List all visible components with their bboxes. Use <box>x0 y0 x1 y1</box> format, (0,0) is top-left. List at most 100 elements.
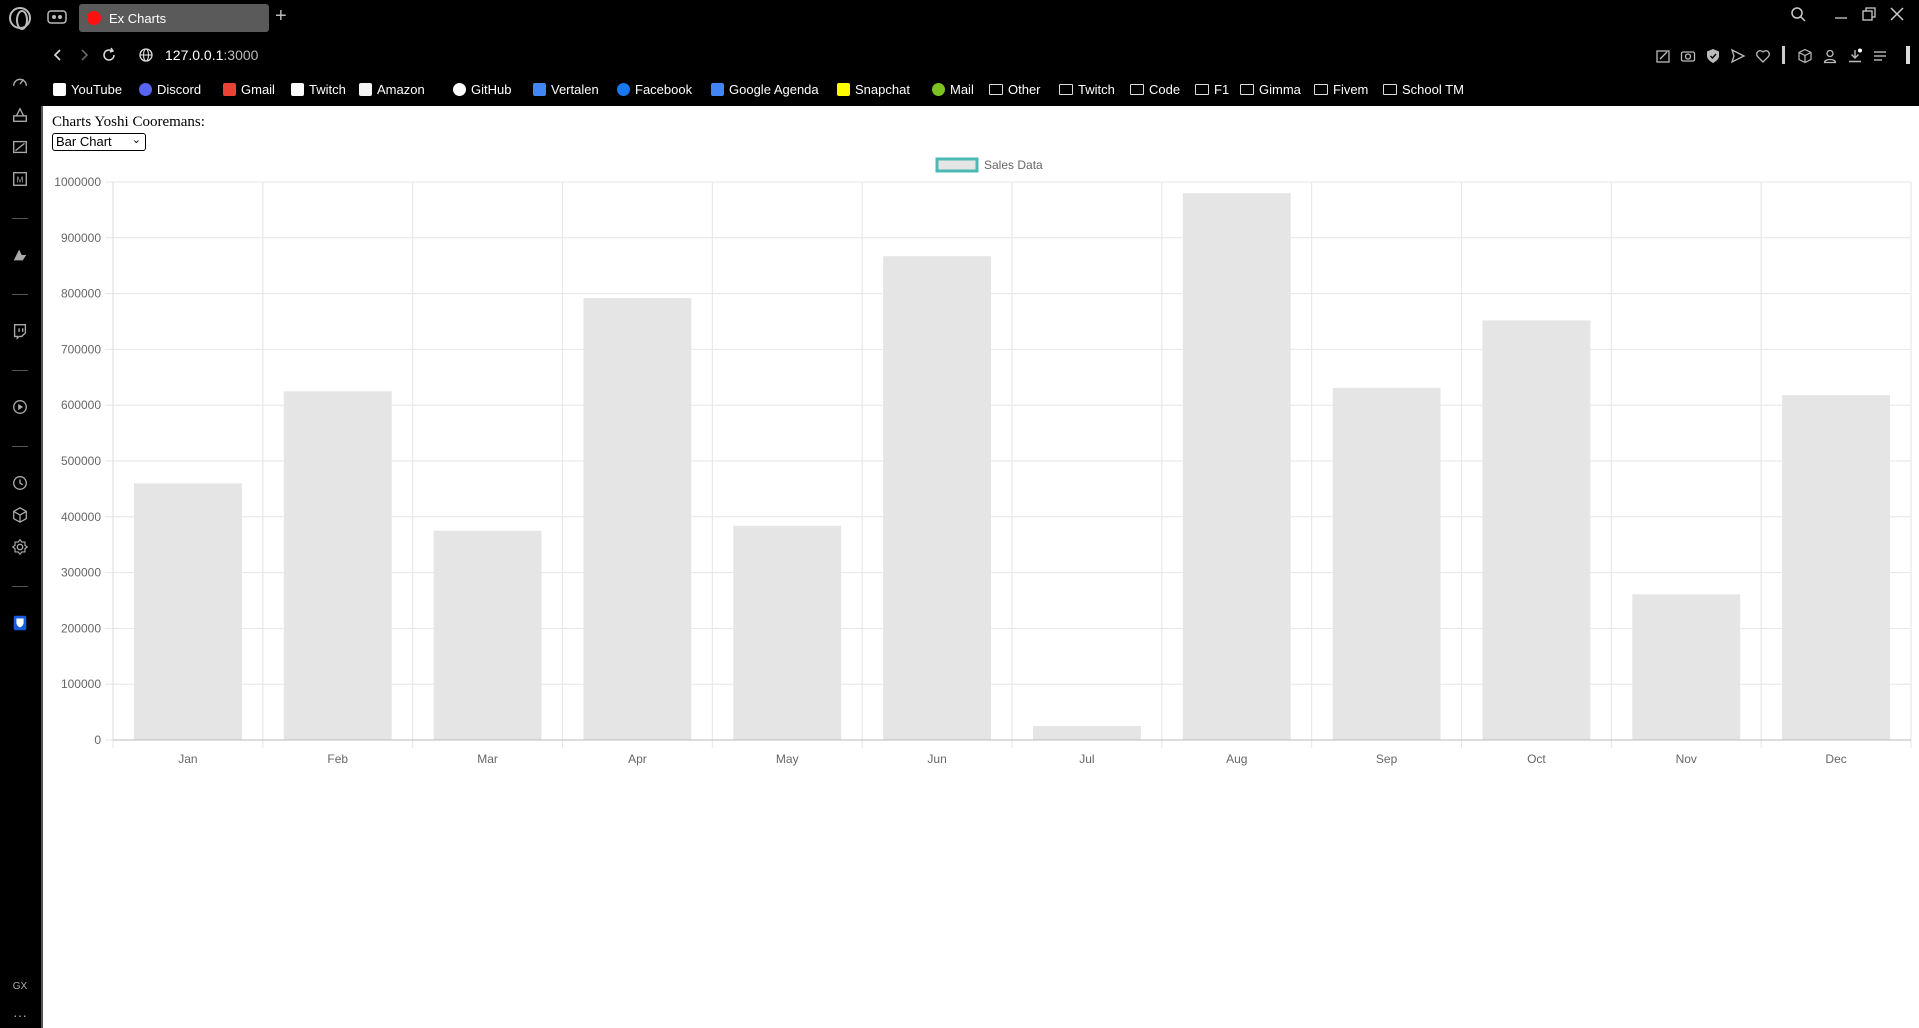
bookmark-gimma[interactable]: Gimma <box>1240 82 1301 97</box>
more-icon[interactable]: ··· <box>10 1005 30 1025</box>
folder-icon <box>1130 84 1144 95</box>
camera-icon[interactable] <box>1679 48 1697 66</box>
bookmark-label: Discord <box>157 82 202 97</box>
bar-may <box>733 525 842 740</box>
bar-jun <box>883 256 992 740</box>
mods-icon[interactable]: M <box>10 170 30 190</box>
folder-icon <box>1195 84 1209 95</box>
bookmark-other[interactable]: Other <box>989 82 1041 97</box>
workspaces-icon[interactable] <box>47 9 67 25</box>
bookmark-label: Facebook <box>635 82 693 97</box>
bookmark-twitch[interactable]: Twitch <box>1059 82 1115 97</box>
discord-icon <box>139 83 152 96</box>
bookmark-label: Twitch <box>1078 82 1115 97</box>
page-icon <box>291 83 304 96</box>
bookmark-label: School TM <box>1402 82 1464 97</box>
downloads-icon[interactable] <box>1846 48 1864 66</box>
bookmark-label: Other <box>1008 82 1041 97</box>
bookmark-google-agenda[interactable]: Google Agenda <box>711 82 819 97</box>
opera-gx-logo-icon[interactable] <box>9 7 31 30</box>
bar-feb <box>283 391 392 740</box>
heart-icon[interactable] <box>1754 48 1772 66</box>
x-tick-label: Feb <box>327 752 348 766</box>
search-tabs-icon[interactable] <box>1786 6 1810 27</box>
sidebar-toggle-bar[interactable] <box>1906 46 1910 64</box>
site-info-globe-icon[interactable] <box>137 47 155 68</box>
extensions-cube-icon[interactable] <box>10 506 30 526</box>
settings-gear-icon[interactable] <box>10 538 30 558</box>
x-tick-label: May <box>776 752 799 766</box>
folder-icon <box>1240 84 1254 95</box>
bookmark-gmail[interactable]: Gmail <box>223 82 275 97</box>
x-tick-label: Oct <box>1527 752 1546 766</box>
folder-icon <box>1314 84 1328 95</box>
bookmark-label: F1 <box>1214 82 1230 97</box>
extensions-icon[interactable] <box>1796 48 1814 66</box>
bitwarden-icon[interactable] <box>10 614 30 634</box>
bookmark-label: Code <box>1149 82 1181 97</box>
profile-icon[interactable] <box>1821 48 1839 66</box>
bookmark-snapchat[interactable]: Snapchat <box>837 82 910 97</box>
gx-cleaner-icon[interactable] <box>10 138 30 158</box>
bar-sep <box>1332 387 1441 740</box>
aria-icon[interactable] <box>10 246 30 266</box>
y-tick-label: 700000 <box>61 342 101 356</box>
bar-aug <box>1182 193 1291 740</box>
new-tab-plus-icon[interactable]: + <box>275 6 287 26</box>
reload-icon[interactable] <box>100 47 118 68</box>
url-field[interactable]: 127.0.0.1:3000 <box>165 47 258 63</box>
tab-ex-charts[interactable]: Ex Charts <box>79 4 269 32</box>
bookmark-fivem[interactable]: Fivem <box>1314 82 1368 97</box>
back-icon[interactable] <box>49 47 67 68</box>
gx-label[interactable]: GX <box>10 977 30 997</box>
bookmark-mail[interactable]: Mail <box>932 82 974 97</box>
vpn-shield-icon[interactable] <box>1704 48 1722 66</box>
x-tick-label: Jul <box>1079 752 1094 766</box>
bookmark-code[interactable]: Code <box>1130 82 1180 97</box>
url-port: :3000 <box>223 47 259 63</box>
x-tick-label: Apr <box>628 752 647 766</box>
sidebar-divider <box>12 370 28 371</box>
bookmark-amazon[interactable]: Amazon <box>359 82 425 97</box>
bookmark-vertalen[interactable]: Vertalen <box>533 82 599 97</box>
bar-nov <box>1632 594 1741 740</box>
bookmark-github[interactable]: GitHub <box>453 82 511 97</box>
x-tick-label: Mar <box>477 752 498 766</box>
svg-text:M: M <box>17 176 24 185</box>
toolbar-separator <box>1782 46 1785 64</box>
easy-files-list-icon[interactable] <box>1871 48 1889 66</box>
twitch-icon[interactable] <box>10 322 30 342</box>
legend-label: Sales Data <box>984 158 1043 172</box>
restore-icon[interactable] <box>1857 6 1881 27</box>
legend-swatch <box>935 157 979 173</box>
amazon-icon <box>359 83 372 96</box>
bookmark-school-tm[interactable]: School TM <box>1383 82 1464 97</box>
y-tick-label: 400000 <box>61 510 101 524</box>
easy-setup-icon[interactable] <box>1654 48 1672 66</box>
bookmark-label: Fivem <box>1333 82 1369 97</box>
mail-icon <box>932 83 945 96</box>
history-icon[interactable] <box>10 474 30 494</box>
forward-icon[interactable] <box>75 47 93 68</box>
bookmark-label: Mail <box>950 82 974 97</box>
sidebar-divider <box>12 218 28 219</box>
folder-icon <box>1059 84 1073 95</box>
send-icon[interactable] <box>1729 48 1747 66</box>
bookmark-discord[interactable]: Discord <box>139 82 201 97</box>
sidebar: M GX ··· <box>0 0 41 1028</box>
x-tick-label: Aug <box>1226 752 1247 766</box>
speed-dial-icon[interactable] <box>10 74 30 94</box>
bookmark-twitch[interactable]: Twitch <box>291 82 346 97</box>
bookmark-label: Google Agenda <box>729 82 819 97</box>
bookmark-f1[interactable]: F1 <box>1195 82 1229 97</box>
bookmark-facebook[interactable]: Facebook <box>617 82 692 97</box>
minimize-icon[interactable] <box>1829 6 1853 27</box>
x-tick-label: Nov <box>1676 752 1697 766</box>
y-tick-label: 800000 <box>61 287 101 301</box>
bar-chart: 0 100000 200000 300000 400000 500000 600000 700… <box>54 157 1912 766</box>
bookmark-youtube[interactable]: YouTube <box>53 82 122 97</box>
tab-favicon-icon <box>87 11 101 25</box>
gx-control-icon[interactable] <box>10 106 30 126</box>
player-icon[interactable] <box>10 398 30 418</box>
close-icon[interactable] <box>1885 6 1909 27</box>
